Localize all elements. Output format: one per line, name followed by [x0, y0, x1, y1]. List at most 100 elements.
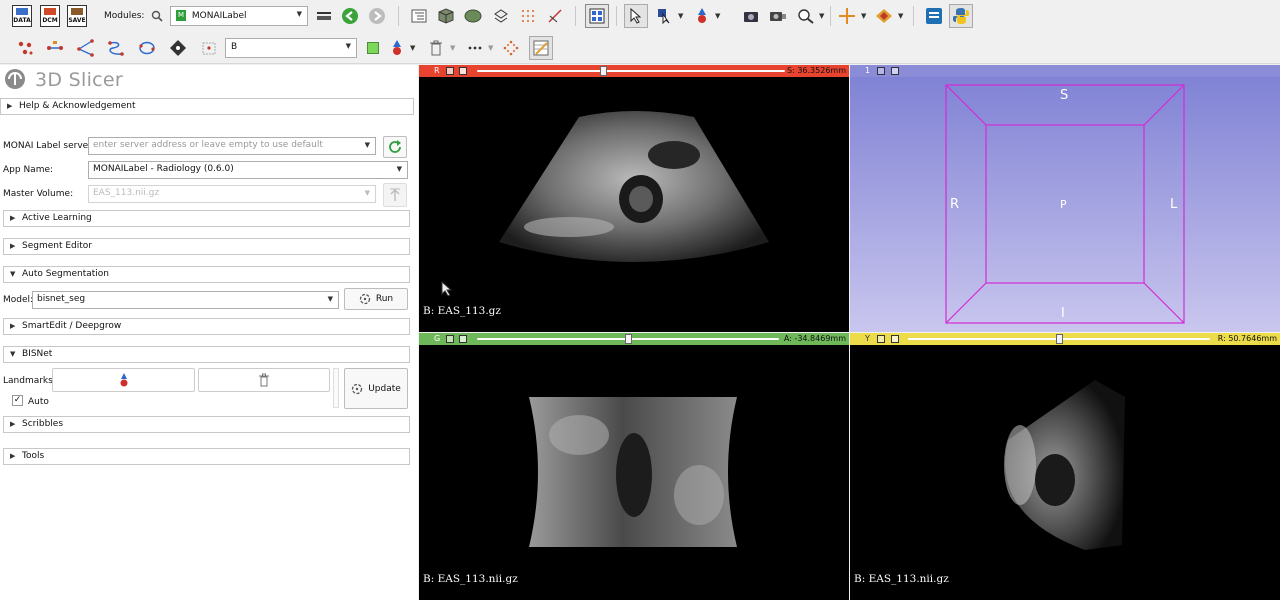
place-landmark-button[interactable]: [52, 368, 195, 392]
markups-options-button[interactable]: [500, 37, 522, 59]
green-offset-slider-handle[interactable]: [625, 334, 632, 344]
add-points-button[interactable]: [14, 37, 36, 59]
delete-button[interactable]: [425, 37, 447, 59]
data-module-button[interactable]: [408, 5, 430, 27]
bisnet-section-header[interactable]: ▼ BISNet: [3, 346, 410, 363]
load-data-button[interactable]: DATA: [11, 5, 33, 27]
chevron-down-icon[interactable]: ▼: [678, 12, 683, 20]
magnify-button[interactable]: [795, 5, 817, 27]
chevron-down-icon[interactable]: ▼: [898, 12, 903, 20]
view-link-icon[interactable]: [459, 67, 467, 75]
layout-button[interactable]: [585, 4, 609, 28]
yellow-offset-slider-handle[interactable]: [1056, 334, 1063, 344]
refresh-server-button[interactable]: [383, 136, 407, 158]
chevron-down-icon: ▼: [345, 42, 351, 50]
scene-view-button[interactable]: [767, 5, 789, 27]
run-target-icon: [359, 293, 371, 305]
chevron-down-icon[interactable]: ▼: [488, 44, 493, 52]
view-link-icon[interactable]: [459, 335, 467, 343]
segment-editor-section-header[interactable]: ▶ Segment Editor: [3, 238, 410, 255]
section-label: SmartEdit / Deepgrow: [22, 321, 122, 331]
slice-intersections-button[interactable]: [873, 5, 895, 27]
update-button[interactable]: Update: [344, 368, 408, 409]
chevron-down-icon[interactable]: ▼: [819, 12, 824, 20]
upload-volume-button[interactable]: [383, 183, 407, 207]
models-module-button[interactable]: [462, 5, 484, 27]
module-history-button[interactable]: [313, 5, 335, 27]
auto-checkbox[interactable]: ✓: [12, 395, 23, 406]
slicer-logo-icon: [5, 69, 25, 89]
help-section-header[interactable]: ▶ Help & Acknowledgement: [0, 98, 414, 115]
add-line-button[interactable]: [44, 37, 66, 59]
expand-arrow-icon: ▶: [10, 452, 16, 460]
landmarks-splitter[interactable]: [333, 368, 339, 408]
add-curve-button[interactable]: [105, 37, 127, 59]
select-mode-button[interactable]: [624, 4, 648, 28]
module-selector[interactable]: M MONAILabel ▼: [170, 6, 308, 26]
chevron-down-icon[interactable]: ▼: [861, 12, 866, 20]
chevron-down-icon[interactable]: ▼: [410, 44, 415, 52]
volumes-module-button[interactable]: [435, 5, 457, 27]
red-offset-slider-handle[interactable]: [600, 66, 608, 76]
add-roi-button[interactable]: [198, 37, 220, 59]
chevron-down-icon[interactable]: ▼: [450, 44, 455, 52]
segment-color-button[interactable]: [362, 37, 384, 59]
scribbles-section-header[interactable]: ▶ Scribbles: [3, 416, 410, 433]
tools-section-header[interactable]: ▶ Tools: [3, 448, 410, 465]
yellow-slice-controller[interactable]: Y R: 50.7646mm: [850, 333, 1280, 345]
red-offset-slider-track[interactable]: [477, 70, 785, 72]
model-value: bisnet_seg: [37, 294, 86, 304]
forward-button[interactable]: [366, 5, 388, 27]
yellow-slice-view[interactable]: Y R: 50.7646mm B: EAS_113.nii.gz: [850, 333, 1280, 600]
three-d-view[interactable]: 1 S I R L P: [850, 65, 1280, 332]
expand-arrow-icon: ▶: [10, 322, 16, 330]
auto-segmentation-section-header[interactable]: ▼ Auto Segmentation: [3, 266, 410, 283]
crosshair-button[interactable]: [836, 5, 858, 27]
red-slice-view[interactable]: R S: 36.3526mm B: EAS_113.gz: [419, 65, 849, 332]
view-link-icon[interactable]: [891, 335, 899, 343]
green-slice-controller[interactable]: G A: -34.8469mm: [419, 333, 849, 345]
smartedit-section-header[interactable]: ▶ SmartEdit / Deepgrow: [3, 318, 410, 335]
more-options-button[interactable]: [464, 37, 486, 59]
markups-module-button[interactable]: [517, 5, 539, 27]
inferior-label: I: [1061, 306, 1065, 321]
module-selected-label: MONAILabel: [191, 11, 247, 21]
place-mode-button[interactable]: [386, 37, 408, 59]
server-address-input[interactable]: enter server address or leave empty to u…: [88, 137, 376, 155]
segment-selector[interactable]: B ▼: [225, 38, 357, 58]
section-label: Segment Editor: [22, 241, 92, 251]
back-button[interactable]: [339, 5, 361, 27]
pin-icon[interactable]: [446, 335, 454, 343]
pin-icon[interactable]: [446, 67, 454, 75]
transforms-module-button[interactable]: [490, 5, 512, 27]
pin-icon[interactable]: [877, 335, 885, 343]
annotations-module-button[interactable]: [544, 5, 566, 27]
screenshot-button[interactable]: [740, 5, 762, 27]
chevron-down-icon: ▼: [364, 141, 370, 149]
dicom-file-icon: DCM: [40, 5, 60, 27]
add-closed-curve-button[interactable]: [136, 37, 158, 59]
clear-landmarks-button[interactable]: [198, 368, 330, 392]
green-slice-view[interactable]: G A: -34.8469mm B: EAS_113.nii.gz: [419, 333, 849, 600]
red-offset-value: S: 36.3526mm: [787, 66, 846, 75]
master-volume-select[interactable]: EAS_113.nii.gz ▼: [88, 185, 376, 203]
module-search-button[interactable]: [146, 5, 168, 27]
active-learning-section-header[interactable]: ▶ Active Learning: [3, 210, 410, 227]
place-fiducial-button[interactable]: [691, 5, 713, 27]
app-name-select[interactable]: MONAILabel - Radiology (0.6.0) ▼: [88, 161, 408, 179]
add-angle-button[interactable]: [74, 37, 96, 59]
load-dicom-button[interactable]: DCM: [39, 5, 61, 27]
add-plane-button[interactable]: [167, 37, 189, 59]
chevron-down-icon[interactable]: ▼: [715, 12, 720, 20]
extensions-button[interactable]: [923, 5, 945, 27]
window-level-icon: [658, 9, 670, 24]
edit-table-button[interactable]: [529, 36, 553, 60]
red-view-letter: R: [434, 66, 440, 75]
save-button[interactable]: SAVE: [66, 5, 88, 27]
model-select[interactable]: bisnet_seg ▼: [32, 291, 339, 309]
run-button[interactable]: Run: [344, 288, 408, 310]
window-level-button[interactable]: [654, 5, 676, 27]
python-console-button[interactable]: [949, 4, 973, 28]
run-label: Run: [375, 294, 394, 304]
red-slice-controller[interactable]: R S: 36.3526mm: [419, 65, 849, 77]
